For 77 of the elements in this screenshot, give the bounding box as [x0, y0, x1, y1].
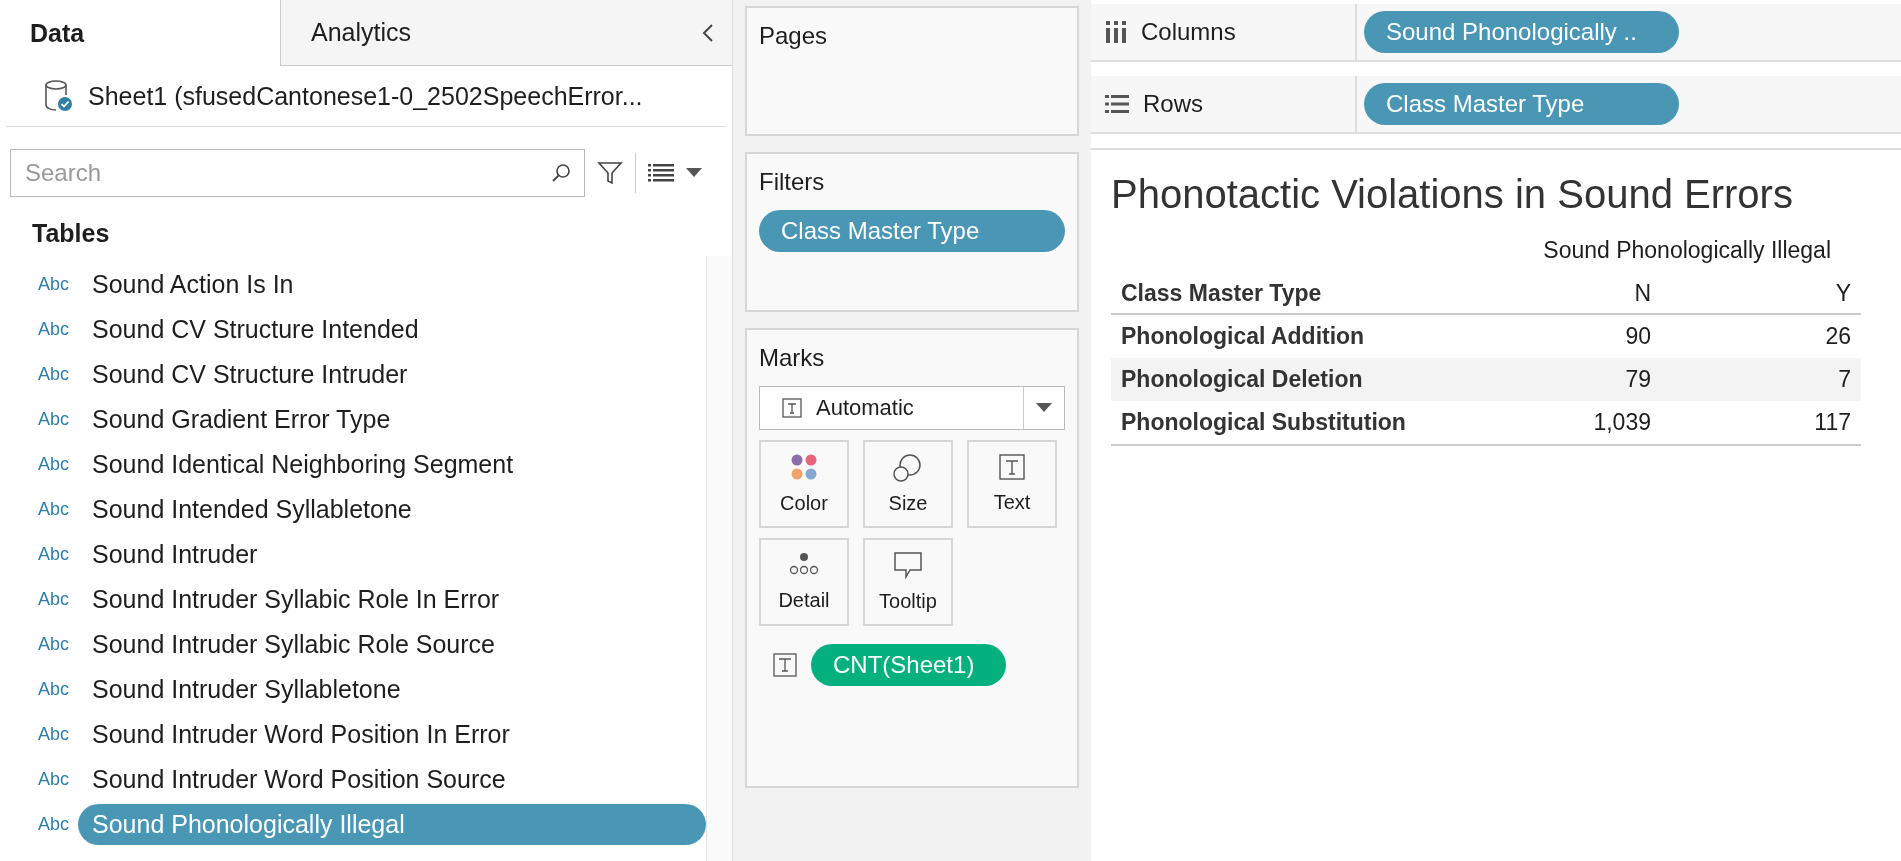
mark-property-button[interactable]: Color	[759, 440, 849, 528]
column-header: Sound Phonologically Illegal	[1542, 237, 1832, 265]
table-cell: 1,039	[1461, 401, 1661, 446]
table-cell: 117	[1661, 401, 1861, 446]
field-item[interactable]: Sound Intended Syllabletone	[78, 489, 426, 530]
table-cell-text: 26	[1824, 322, 1852, 351]
string-type-label: Abc	[37, 454, 71, 475]
string-type-label: Abc	[37, 724, 71, 745]
mark-type-value: Automatic	[816, 395, 914, 421]
text-mark-icon	[773, 653, 797, 677]
row-header: Class Master Type	[1111, 274, 1461, 315]
mark-property-label: Tooltip	[879, 589, 937, 613]
mark-property-button[interactable]: Tooltip	[863, 538, 953, 626]
tables-heading: Tables	[32, 219, 111, 248]
field-item[interactable]: Sound Intruder Word Position Source	[78, 759, 520, 800]
text-mark-icon	[999, 453, 1025, 480]
column-value-header: N	[1461, 274, 1661, 315]
shelf-label: Rows	[1143, 90, 1203, 118]
columns-icon	[1105, 21, 1127, 43]
panel-tab[interactable]: Analytics	[280, 0, 442, 66]
field-item[interactable]: Sound Intruder Syllabletone	[78, 669, 415, 710]
search-field[interactable]: Search	[10, 149, 585, 197]
field-item[interactable]: Sound CV Structure Intruder	[78, 354, 422, 395]
mark-property-label: Text	[993, 491, 1031, 515]
mark-property-button[interactable]: Text	[967, 440, 1057, 528]
row-label: Phonological Deletion	[1111, 358, 1461, 401]
view-title: Phonotactic Violations in Sound Errors	[1111, 172, 1794, 217]
table-cell: 79	[1461, 358, 1661, 401]
dropdown-caret-icon[interactable]	[686, 168, 702, 178]
mark-property-button[interactable]: Detail	[759, 538, 849, 626]
string-type-label: Abc	[37, 814, 71, 835]
search-icon	[551, 163, 571, 183]
field-item[interactable]: Sound Intruder	[78, 534, 272, 575]
mark-property-label: Color	[780, 491, 828, 515]
field-item[interactable]: Sound Identical Neighboring Segment	[78, 444, 528, 485]
list-view-icon[interactable]	[648, 163, 674, 183]
detail-dots-icon	[789, 552, 819, 577]
field-item[interactable]: Sound Intruder Syllabic Role Source	[78, 624, 509, 665]
mark-property-label: Detail	[778, 588, 830, 612]
table-cell-text: 90	[1624, 322, 1652, 351]
string-type-label: Abc	[37, 769, 71, 790]
mark-property-label: Size	[888, 492, 928, 516]
filter-icon[interactable]	[597, 160, 623, 186]
string-type-label: Abc	[37, 319, 71, 340]
color-dots-icon	[790, 453, 818, 482]
string-type-label: Abc	[37, 364, 71, 385]
dropdown-caret-icon	[1036, 403, 1052, 413]
text-mark-icon	[782, 398, 802, 418]
field-item[interactable]: Sound Intruder Word Position In Error	[78, 714, 524, 755]
string-type-label: Abc	[37, 499, 71, 520]
row-label: Phonological Addition	[1120, 322, 1366, 351]
table-cell: 7	[1661, 358, 1861, 401]
mark-type-dropdown[interactable]: Automatic	[759, 386, 1065, 430]
string-type-label: Abc	[37, 409, 71, 430]
string-type-label: Abc	[37, 634, 71, 655]
marks-title: Marks	[759, 344, 826, 372]
rows-icon	[1105, 94, 1129, 114]
collapse-chevron-icon[interactable]	[702, 22, 714, 43]
data-source-name[interactable]: Sheet1 (sfusedCantonese1-0_2502SpeechError...	[88, 81, 643, 111]
database-icon	[44, 79, 74, 113]
pages-title: Pages	[759, 22, 829, 50]
column-value-header: Y	[1661, 274, 1861, 315]
string-type-label: Abc	[37, 589, 71, 610]
mark-property-button[interactable]: Size	[863, 440, 953, 528]
speech-bubble-icon	[893, 551, 923, 580]
field-item[interactable]: Sound Intruder Syllabic Role In Error	[78, 579, 514, 620]
string-type-label: Abc	[37, 679, 71, 700]
circles-icon	[893, 452, 923, 483]
string-type-label: Abc	[37, 544, 71, 565]
string-type-label: Abc	[37, 274, 71, 295]
field-item[interactable]: Sound CV Structure Intended	[78, 309, 433, 350]
field-item[interactable]: Sound Action Is In	[78, 264, 308, 305]
row-label: Phonological Substitution	[1111, 401, 1461, 446]
filters-title: Filters	[759, 168, 826, 196]
shelf-label: Columns	[1141, 18, 1236, 46]
scrollbar-track[interactable]	[706, 256, 732, 861]
field-item[interactable]: Sound Gradient Error Type	[78, 399, 405, 440]
